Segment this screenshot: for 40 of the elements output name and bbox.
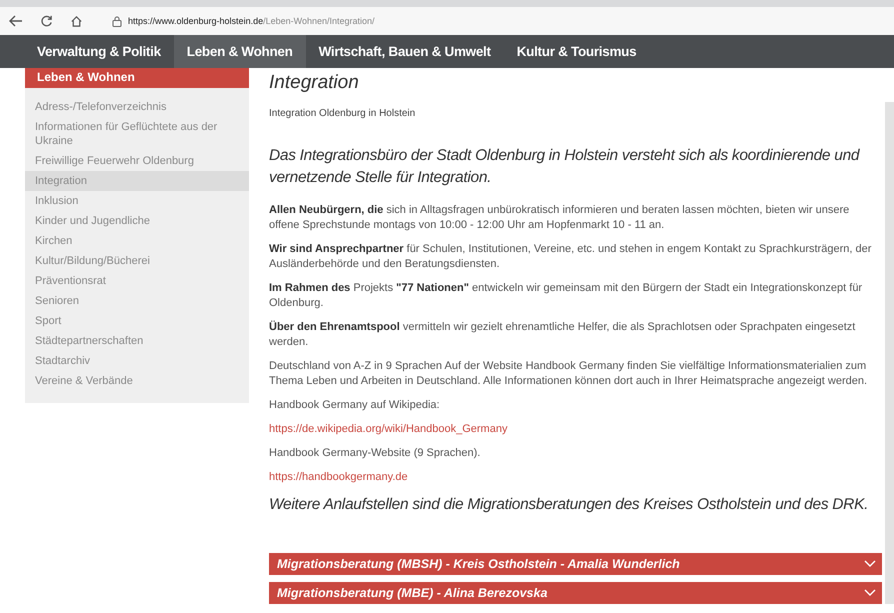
url-field[interactable]: https://www.oldenburg-holstein.de/Leben-Wohnen/Integration/ <box>128 16 375 26</box>
accordion-header[interactable]: Migrationsberatung (MBE) - Alina Berezovska <box>269 582 882 604</box>
link[interactable]: https://handbookgermany.de <box>269 470 882 485</box>
sidebar-item[interactable]: Informationen für Geflüchtete aus der Ukraine <box>25 117 249 151</box>
sidebar-item[interactable]: Sport <box>25 311 249 331</box>
sidebar-item[interactable]: Städtepartnerschaften <box>25 331 249 351</box>
back-icon[interactable] <box>8 13 24 29</box>
paragraph: Handbook Germany-Website (9 Sprachen). <box>269 446 482 461</box>
nav-tab[interactable]: Verwaltung & Politik <box>24 35 174 68</box>
nav-tab[interactable]: Wirtschaft, Bauen & Umwelt <box>306 35 504 68</box>
sidebar-item[interactable]: Integration <box>25 171 249 191</box>
sidebar-item[interactable]: Senioren <box>25 291 249 311</box>
sidebar-item[interactable]: Kinder und Jugendliche <box>25 211 249 231</box>
nav-tab[interactable]: Leben & Wohnen <box>174 35 306 68</box>
sidebar-item[interactable]: Kultur/Bildung/Bücherei <box>25 251 249 271</box>
page-subtitle: Integration Oldenburg in Holstein <box>269 108 416 119</box>
sidebar-item[interactable]: Inklusion <box>25 191 249 211</box>
paragraph: Wir sind Ansprechpartner für Schulen, Institutionen, Vereine, etc. und stehen in engem Kontakt zu Sprachkursträgern, der Ausländerbehörde und den Beratungsdiensten. <box>269 242 872 272</box>
lock-icon <box>112 16 122 26</box>
scrollbar[interactable] <box>885 102 894 604</box>
paragraph: Handbook Germany auf Wikipedia: <box>269 398 441 413</box>
lead-text: Weitere Anlaufstellen sind die Migrationsberatungen des Kreises Ostholstein und des DRK. <box>269 495 870 515</box>
sidebar-item[interactable]: Kirchen <box>25 231 249 251</box>
sidebar-item[interactable]: Adress-/Telefonverzeichnis <box>25 97 249 117</box>
chevron-icon <box>864 560 876 568</box>
paragraph: Allen Neubürgern, die sich in Alltagsfragen unbürokratisch informieren und beraten lassen möchten, bieten wir unsere offene Sprechstunde montags von 10:00 - 12:00 Uhr am Hopfenmarkt 10 - 11 an. <box>269 203 850 233</box>
sidebar-item[interactable]: Stadtarchiv <box>25 351 249 371</box>
sidebar-heading: Leben & Wohnen <box>25 68 249 88</box>
chevron-icon <box>864 589 876 597</box>
sidebar-item[interactable]: Freiwillige Feuerwehr Oldenburg <box>25 151 249 171</box>
lead-text: Das Integrationsbüro der Stadt Oldenburg in Holstein versteht sich als koordinierende und vernetzende Stelle für Integration. <box>269 146 861 188</box>
sidebar-item[interactable]: Präventionsrat <box>25 271 249 291</box>
paragraph: Deutschland von A-Z in 9 Sprachen Auf der Website Handbook Germany finden Sie vielfältige Informationsmaterialien zum Thema Leben und Arbeiten in Deutschland. Alle Informationen können dort auch in Ihrer Heimatsprache angezeigt werden. <box>269 359 868 389</box>
page-title: Integration <box>269 72 360 94</box>
nav-tab[interactable]: Kultur & Tourismus <box>504 35 650 68</box>
accordion-header[interactable]: Migrationsberatung (MBSH) - Kreis Ostholstein - Amalia Wunderlich <box>269 553 882 575</box>
link[interactable]: https://de.wikipedia.org/wiki/Handbook_Germany <box>269 422 882 437</box>
paragraph: Im Rahmen des Projekts "77 Nationen" entwickeln wir gemeinsam mit den Bürgern der Stadt ein Integrationskonzept für Oldenburg. <box>269 281 864 311</box>
paragraph: Über den Ehrenamtspool vermitteln wir gezielt ehrenamtliche Helfer, die als Sprachlotsen oder Sprachpaten eingesetzt werden. <box>269 320 856 350</box>
sidebar-item[interactable]: Vereine & Verbände <box>25 371 249 391</box>
